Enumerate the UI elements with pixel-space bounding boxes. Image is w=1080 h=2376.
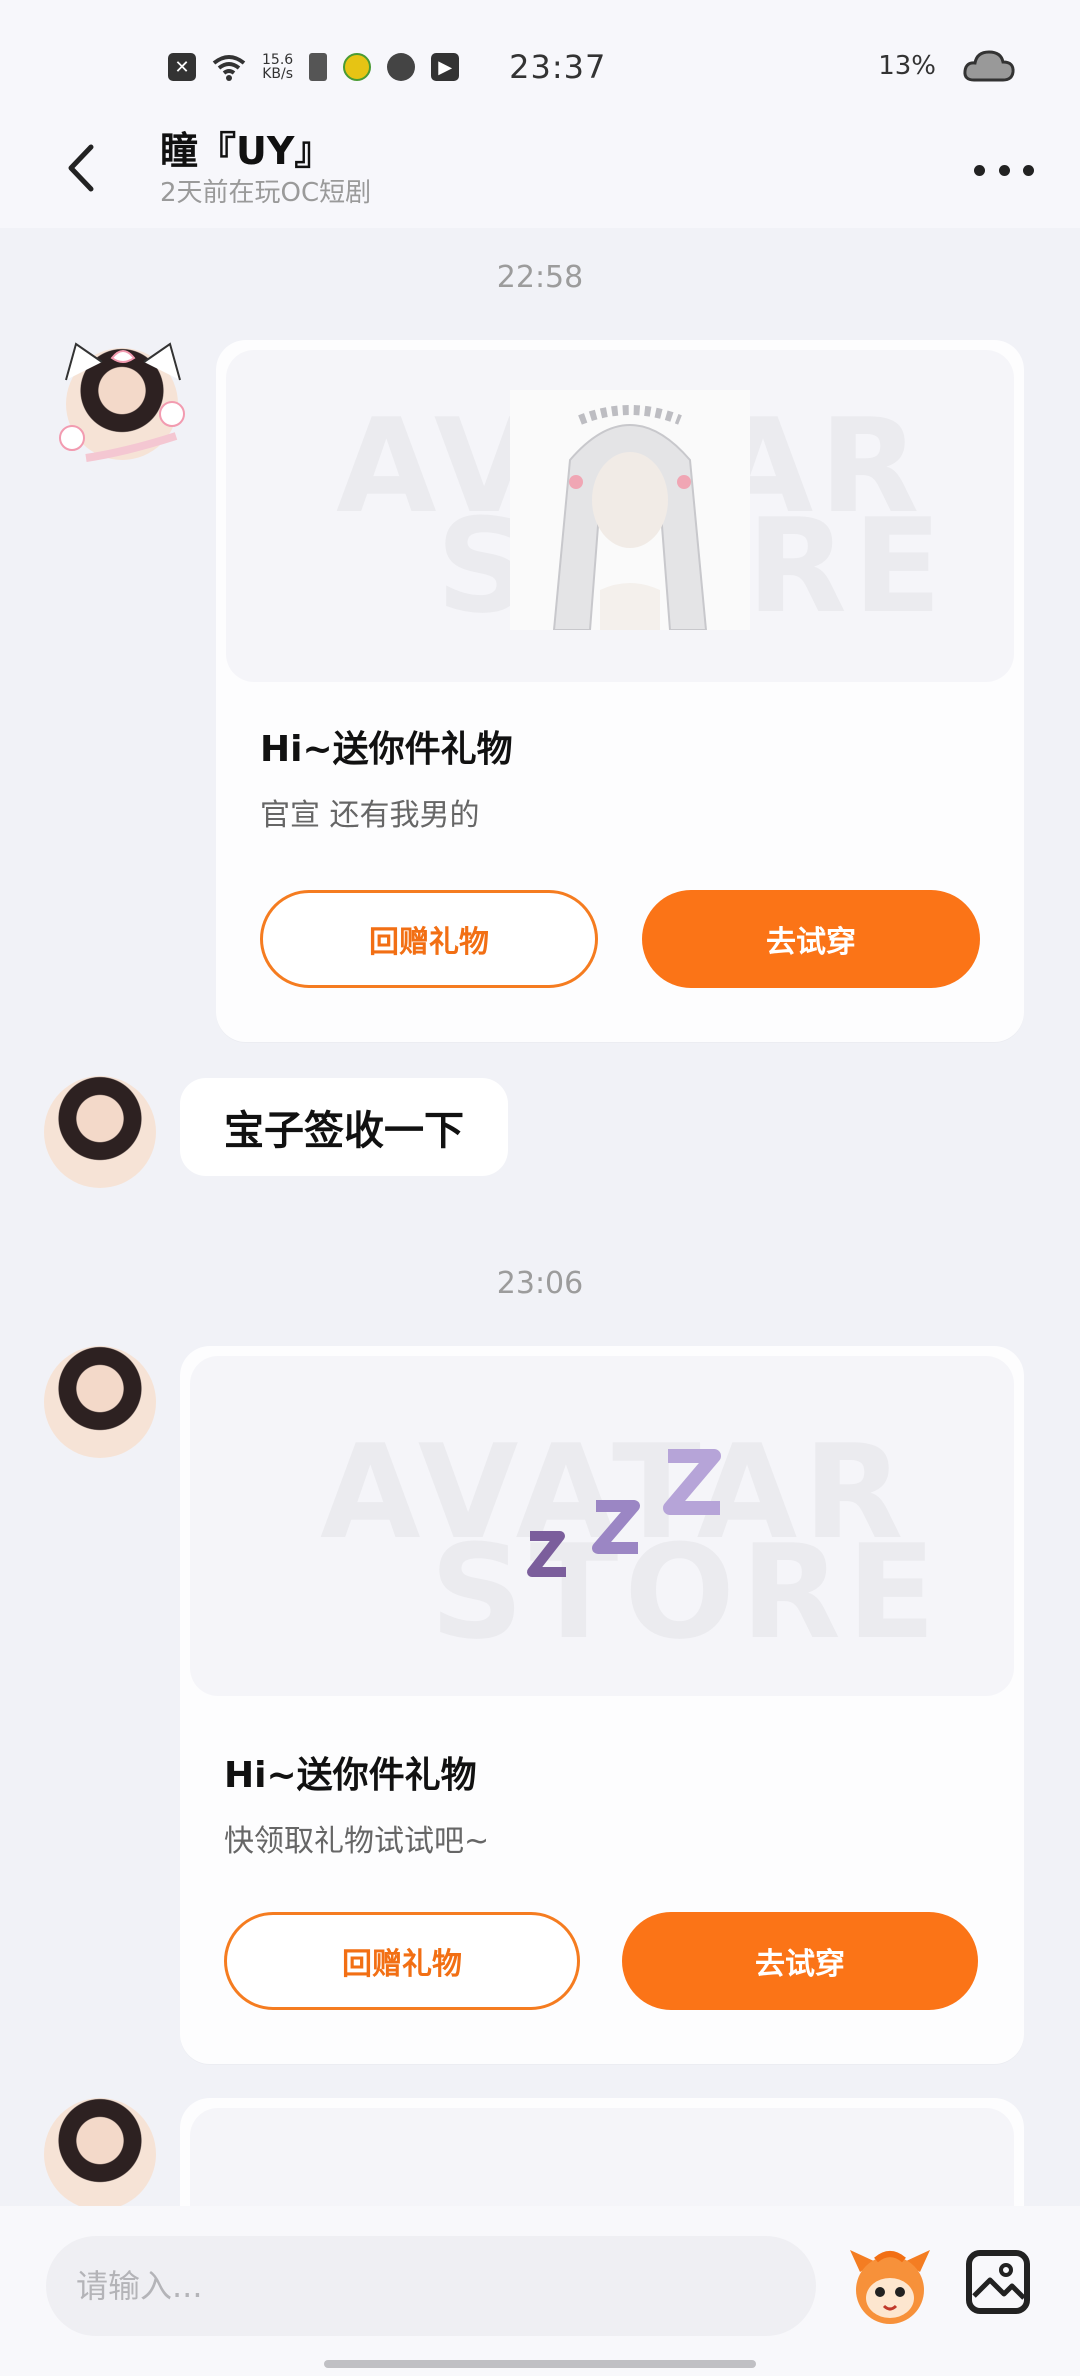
sleep-z-item-image — [527, 1449, 721, 1577]
more-dot — [1023, 164, 1034, 176]
cat-ears-frame-icon — [59, 342, 185, 462]
back-button[interactable] — [50, 128, 110, 208]
battery-icon — [309, 53, 328, 81]
status-time: 23:37 — [509, 48, 607, 86]
chat-subtitle: 2天前在玩OC短剧 — [160, 178, 372, 208]
avatar[interactable] — [44, 1346, 156, 1458]
wifi-icon — [212, 55, 246, 81]
avatar[interactable] — [44, 1076, 156, 1188]
avatar[interactable] — [56, 340, 190, 464]
more-dot — [974, 164, 985, 176]
message-input[interactable] — [46, 2236, 816, 2336]
time-separator: 22:58 — [496, 260, 584, 295]
try-on-button[interactable]: 去试穿 — [622, 1912, 978, 2010]
mascot-sticker-icon[interactable] — [846, 2242, 934, 2330]
gift-card[interactable]: AVATAR STORE Hi~送你件礼物 官宣 还有我男的 回赠礼物 去试穿 — [216, 340, 1024, 1042]
avatar[interactable] — [44, 2098, 156, 2210]
chevron-left-icon — [68, 144, 94, 192]
home-indicator[interactable] — [324, 2360, 756, 2368]
close-box-icon: ✕ — [168, 53, 196, 81]
text-message-bubble[interactable]: 宝子签收一下 — [180, 1078, 508, 1176]
gift-preview[interactable]: AVATAR STORE — [190, 1356, 1014, 1696]
return-gift-button[interactable]: 回赠礼物 — [224, 1912, 580, 2010]
play-icon: ▶ — [431, 53, 460, 81]
gift-description: 快领取礼物试试吧~ — [224, 1824, 490, 1859]
cloud-icon — [963, 50, 1015, 82]
chat-header: 瞳『UY』 2天前在玩OC短剧 — [0, 110, 1080, 228]
try-on-button[interactable]: 去试穿 — [642, 890, 980, 988]
gift-card[interactable]: AVATAR STORE Hi~送你件礼物 快领取礼物试试吧~ 回赠礼物 去试穿 — [180, 1346, 1024, 2064]
status-right-icons: 13% — [878, 48, 1016, 84]
network-speed: 15.6 KB/s — [262, 52, 294, 82]
status-left-icons: ✕ 15.6 KB/s ▶ 23:37 — [168, 48, 606, 86]
gift-description: 官宣 还有我男的 — [260, 798, 480, 833]
status-bar: ✕ 15.6 KB/s ▶ 23:37 13% — [0, 0, 1080, 110]
gift-preview[interactable]: AVATAR STORE — [226, 350, 1014, 682]
more-button[interactable] — [974, 150, 1034, 190]
app-icon — [387, 53, 416, 81]
app-icon — [343, 53, 372, 81]
battery-percentage: 13% — [878, 51, 936, 81]
image-icon — [972, 2263, 1024, 2300]
chat-title[interactable]: 瞳『UY』 — [160, 120, 332, 175]
wig-item-image — [510, 390, 750, 630]
more-dot — [998, 164, 1010, 176]
message-input-bar — [0, 2206, 1080, 2376]
image-picker-button[interactable] — [966, 2250, 1030, 2314]
time-separator: 23:06 — [496, 1266, 584, 1301]
gift-title: Hi~送你件礼物 — [260, 729, 513, 770]
return-gift-button[interactable]: 回赠礼物 — [260, 890, 598, 988]
gift-title: Hi~送你件礼物 — [224, 1755, 477, 1796]
